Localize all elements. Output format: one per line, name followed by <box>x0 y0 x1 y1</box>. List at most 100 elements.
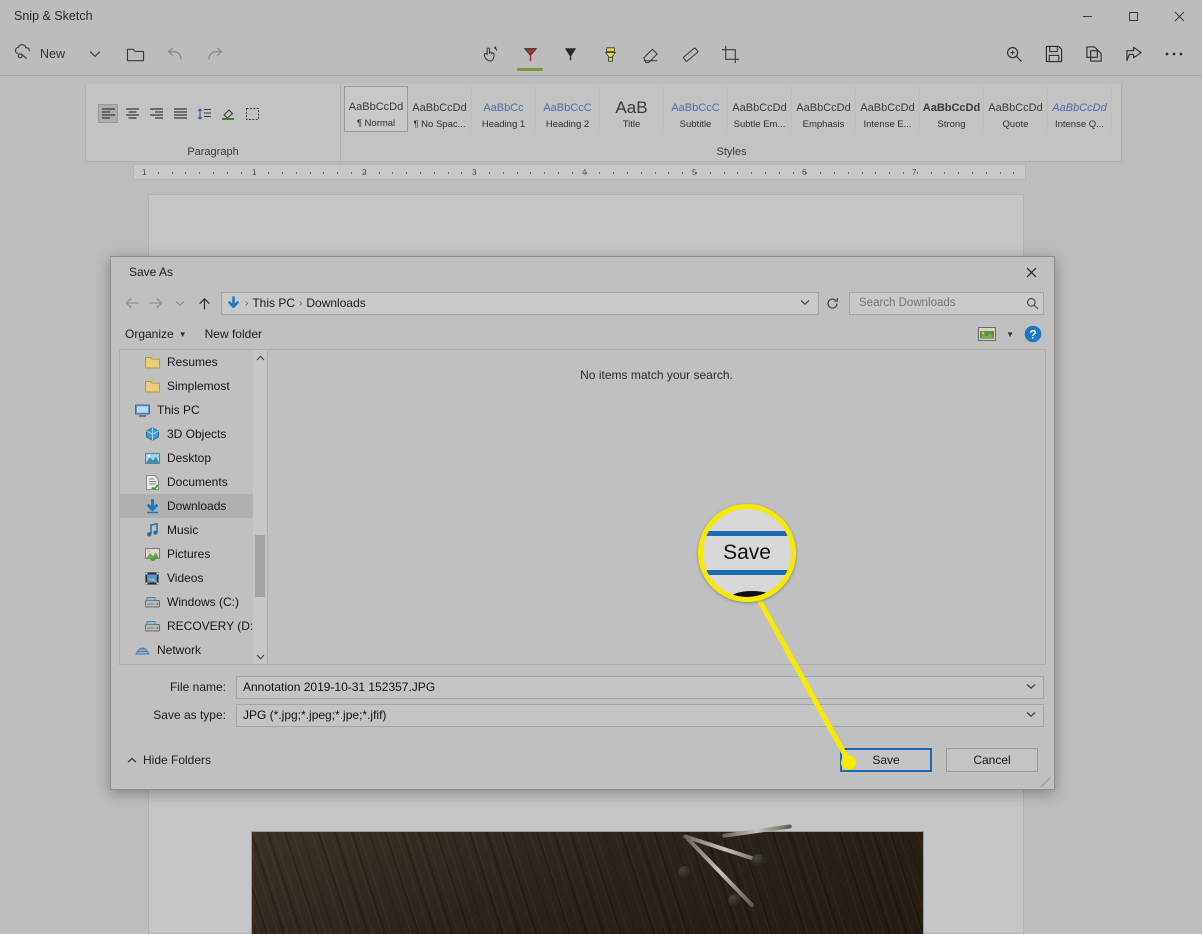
sidebar-item-network[interactable]: Network <box>120 638 253 662</box>
refresh-button[interactable] <box>821 291 843 315</box>
style-name: Heading 1 <box>481 119 526 130</box>
crop-icon[interactable] <box>710 32 750 76</box>
style-preview: AaBbCcDd <box>1052 102 1107 114</box>
chevron-down-icon[interactable] <box>1023 710 1039 721</box>
ruler-tick <box>544 172 546 174</box>
sidebar-item-documents[interactable]: Documents <box>120 470 253 494</box>
recent-locations-button[interactable] <box>169 291 191 315</box>
align-right-icon[interactable] <box>146 104 166 123</box>
ruler-tick <box>558 172 559 174</box>
file-list-pane[interactable]: No items match your search. <box>267 349 1046 665</box>
filename-input[interactable]: Annotation 2019-10-31 152357.JPG <box>236 675 1044 699</box>
styles-gallery[interactable]: AaBbCcDd ¶ Normal AaBbCcDd ¶ No Spac... AaBb… <box>344 86 1121 134</box>
style-item[interactable]: AaBbCcDd Subtle Em... <box>728 86 792 132</box>
breadcrumb-dropdown-icon[interactable] <box>800 298 814 309</box>
style-item[interactable]: AaBbCcDd Intense Q... <box>1048 86 1112 132</box>
style-item[interactable]: AaBbCcDd ¶ No Spac... <box>408 86 472 132</box>
sidebar-item-resumes[interactable]: Resumes <box>120 350 253 374</box>
zoom-icon[interactable] <box>994 32 1034 76</box>
align-left-icon[interactable] <box>98 104 118 123</box>
justify-icon[interactable] <box>170 104 190 123</box>
scrollbar-thumb[interactable] <box>255 535 265 597</box>
ruler-tick <box>613 172 615 174</box>
borders-icon[interactable] <box>242 104 262 123</box>
touch-writing-icon[interactable] <box>470 32 510 76</box>
style-item[interactable]: AaBbCcC Subtitle <box>664 86 728 132</box>
chevron-down-icon[interactable] <box>1023 682 1039 693</box>
shading-icon[interactable] <box>218 104 238 123</box>
sidebar-item-videos[interactable]: Videos <box>120 566 253 590</box>
sidebar-item-downloads[interactable]: Downloads <box>120 494 253 518</box>
organize-button[interactable]: Organize ▼ <box>125 327 187 341</box>
ruler-tick <box>282 172 283 174</box>
style-item[interactable]: AaBbCcDd Intense E... <box>856 86 920 132</box>
cancel-button[interactable]: Cancel <box>946 748 1038 772</box>
hide-folders-button[interactable]: Hide Folders <box>127 753 211 767</box>
view-dropdown-icon[interactable]: ▼ <box>1006 330 1014 339</box>
breadcrumb-item-downloads[interactable]: Downloads <box>306 296 365 310</box>
style-item[interactable]: AaBbCcDd Quote <box>984 86 1048 132</box>
resize-grip[interactable] <box>1041 777 1051 787</box>
maximize-button[interactable] <box>1110 0 1156 32</box>
organize-label: Organize <box>125 327 174 341</box>
new-snip-dropdown[interactable] <box>75 32 115 76</box>
navigation-scrollbar[interactable] <box>253 350 267 664</box>
ruler-tick <box>530 172 532 174</box>
ruler-tick <box>599 172 601 174</box>
eraser-icon[interactable] <box>630 32 670 76</box>
help-icon[interactable]: ? <box>1024 325 1042 343</box>
undo-icon[interactable] <box>155 32 195 76</box>
sidebar-item-pictures[interactable]: Pictures <box>120 542 253 566</box>
view-thumbnails-icon[interactable] <box>978 327 997 341</box>
style-item[interactable]: AaBbCcC Heading 2 <box>536 86 600 132</box>
align-center-icon[interactable] <box>122 104 142 123</box>
open-file-icon[interactable] <box>115 32 155 76</box>
ruler-icon[interactable] <box>670 32 710 76</box>
pencil-icon[interactable] <box>550 32 590 76</box>
minimize-button[interactable] <box>1064 0 1110 32</box>
style-item[interactable]: AaBbCcDd Strong <box>920 86 984 132</box>
ribbon-group-styles: AaBbCcDd ¶ Normal AaBbCcDd ¶ No Spac... AaBb… <box>342 84 1121 161</box>
sidebar-item-music[interactable]: Music <box>120 518 253 542</box>
breadcrumb[interactable]: › This PC › Downloads <box>221 291 819 315</box>
sidebar-item-this-pc[interactable]: This PC <box>120 398 253 422</box>
search-icon[interactable] <box>1026 297 1039 310</box>
sidebar-item-label: Resumes <box>167 355 218 369</box>
new-folder-button[interactable]: New folder <box>205 327 262 341</box>
ruler-tick <box>185 172 187 174</box>
ballpoint-pen-icon[interactable] <box>510 32 550 76</box>
close-button[interactable] <box>1156 0 1202 32</box>
magnifier-focus-bar-bottom <box>703 570 791 575</box>
sidebar-item-windows-c[interactable]: Windows (C:) <box>120 590 253 614</box>
style-preview: AaBbCcDd <box>860 102 915 114</box>
share-icon[interactable] <box>1114 32 1154 76</box>
highlighter-icon[interactable] <box>590 32 630 76</box>
forward-button[interactable] <box>145 291 167 315</box>
new-snip-button[interactable]: New <box>0 32 75 76</box>
style-item[interactable]: AaB Title <box>600 86 664 132</box>
sidebar-item-3d-objects[interactable]: 3D Objects <box>120 422 253 446</box>
scroll-up-button[interactable] <box>253 350 267 365</box>
style-item[interactable]: AaBbCcDd ¶ Normal <box>344 86 408 132</box>
up-button[interactable] <box>193 291 215 315</box>
sidebar-item-recovery-d[interactable]: RECOVERY (D:) <box>120 614 257 638</box>
redo-icon[interactable] <box>195 32 235 76</box>
back-button[interactable] <box>121 291 143 315</box>
new-folder-label: New folder <box>204 327 262 341</box>
more-options-icon[interactable] <box>1154 32 1194 76</box>
search-box[interactable] <box>849 291 1044 315</box>
save-icon[interactable] <box>1034 32 1074 76</box>
filetype-select[interactable]: JPG (*.jpg;*.jpeg;*.jpe;*.jfif) <box>236 703 1044 727</box>
search-input[interactable] <box>857 296 1026 310</box>
sidebar-item-simplemost[interactable]: Simplemost <box>120 374 253 398</box>
style-name: ¶ Normal <box>356 118 396 129</box>
breadcrumb-item-this-pc[interactable]: This PC <box>252 296 295 310</box>
word-ruler[interactable]: 1 1 2 3 4 5 6 7 <box>133 164 1026 180</box>
line-spacing-icon[interactable] <box>194 104 214 123</box>
scroll-down-button[interactable] <box>253 649 267 664</box>
style-item[interactable]: AaBbCcDd Emphasis <box>792 86 856 132</box>
dialog-close-button[interactable] <box>1008 257 1054 287</box>
style-item[interactable]: AaBbCc Heading 1 <box>472 86 536 132</box>
sidebar-item-desktop[interactable]: Desktop <box>120 446 253 470</box>
copy-icon[interactable] <box>1074 32 1114 76</box>
